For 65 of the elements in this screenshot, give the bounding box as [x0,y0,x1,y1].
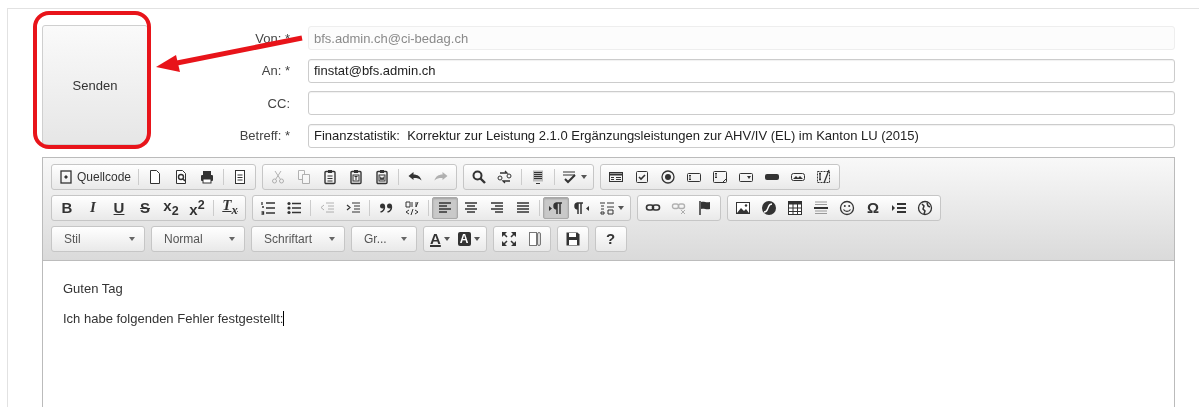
justify-icon [515,199,531,216]
spellcheck-icon [562,168,579,185]
div-container-icon [404,199,420,216]
search-icon [471,168,488,185]
image-icon [735,199,751,216]
underline-button[interactable]: U [106,196,132,219]
indent-icon [345,199,361,216]
dropdown[interactable]: Stil [54,226,142,251]
table-icon [787,199,803,216]
align-left-button[interactable] [432,196,458,219]
remove-format-button[interactable]: T$_{x}$ [217,196,243,219]
printer-icon [199,168,216,185]
copy-icon [296,168,313,185]
align-right-icon [489,199,505,216]
horizontal-rule-icon [813,199,829,216]
align-center-icon [463,199,479,216]
text-direction-ltr-button[interactable] [543,196,569,219]
text-area-icon [712,168,729,185]
clipboard-icon [322,168,339,185]
clipboard-word-icon [374,168,391,185]
clipboard-text-icon [348,168,365,185]
flag-icon [697,199,713,216]
outdent-icon [319,199,335,216]
input-field[interactable]: finstat@bfs.admin.ch [308,58,1175,83]
numbered-list-icon [260,199,276,216]
show-blocks-icon [526,230,543,247]
maximize-icon [500,230,517,247]
text-color-button[interactable]: A [426,227,454,250]
bold-button[interactable]: B [54,196,80,219]
caret-icon [329,236,335,241]
save-icon [564,230,581,247]
bullet-list-icon [286,199,302,216]
checkbox-icon [634,168,651,185]
field-label: An: * [260,63,290,78]
italic-button[interactable]: I [80,196,106,219]
flash-icon [761,199,777,216]
circle-dot-icon [660,168,677,185]
background-color-button[interactable]: A [453,227,484,250]
scissors-icon [270,168,287,185]
superscript-button[interactable]: x$^{2}$ [184,196,210,219]
caret-icon [129,236,135,241]
swap-arrows-icon [497,168,514,185]
input-field[interactable]: Finanzstatistik: Korrektur zur Leistung 2.1.0 Ergänzungsleistungen zur AHV/IV (EL) im Kanton LU (2015) [308,123,1175,148]
hidden-field-icon [816,168,833,185]
pilcrow-left-icon [574,199,590,216]
input-field[interactable] [308,91,1175,115]
smiley-icon [839,199,855,216]
globe-icon [917,199,933,216]
field-label: Betreff: * [238,128,290,143]
send-button[interactable]: Senden [42,25,148,145]
body-text: Guten Tag [63,280,124,296]
body-text: Ich habe folgenden Fehler festgestellt: [63,310,286,326]
strikethrough-button[interactable]: S [132,196,158,219]
align-left-icon [437,199,453,216]
dropdown[interactable]: Schriftart [254,226,342,251]
subscript-button[interactable]: x$_{2}$ [158,196,184,219]
caret-icon [401,236,407,241]
caret-icon [229,236,235,241]
dropdown[interactable]: Normal [154,226,242,251]
field-label: CC: [266,95,290,111]
source-button[interactable]: Quellcode [54,165,136,188]
help-button[interactable]: ? [597,227,624,250]
pilcrow-right-icon [548,199,564,216]
dropdown[interactable]: Gr... [354,226,414,251]
special-character-button[interactable]: Ω [860,196,886,219]
